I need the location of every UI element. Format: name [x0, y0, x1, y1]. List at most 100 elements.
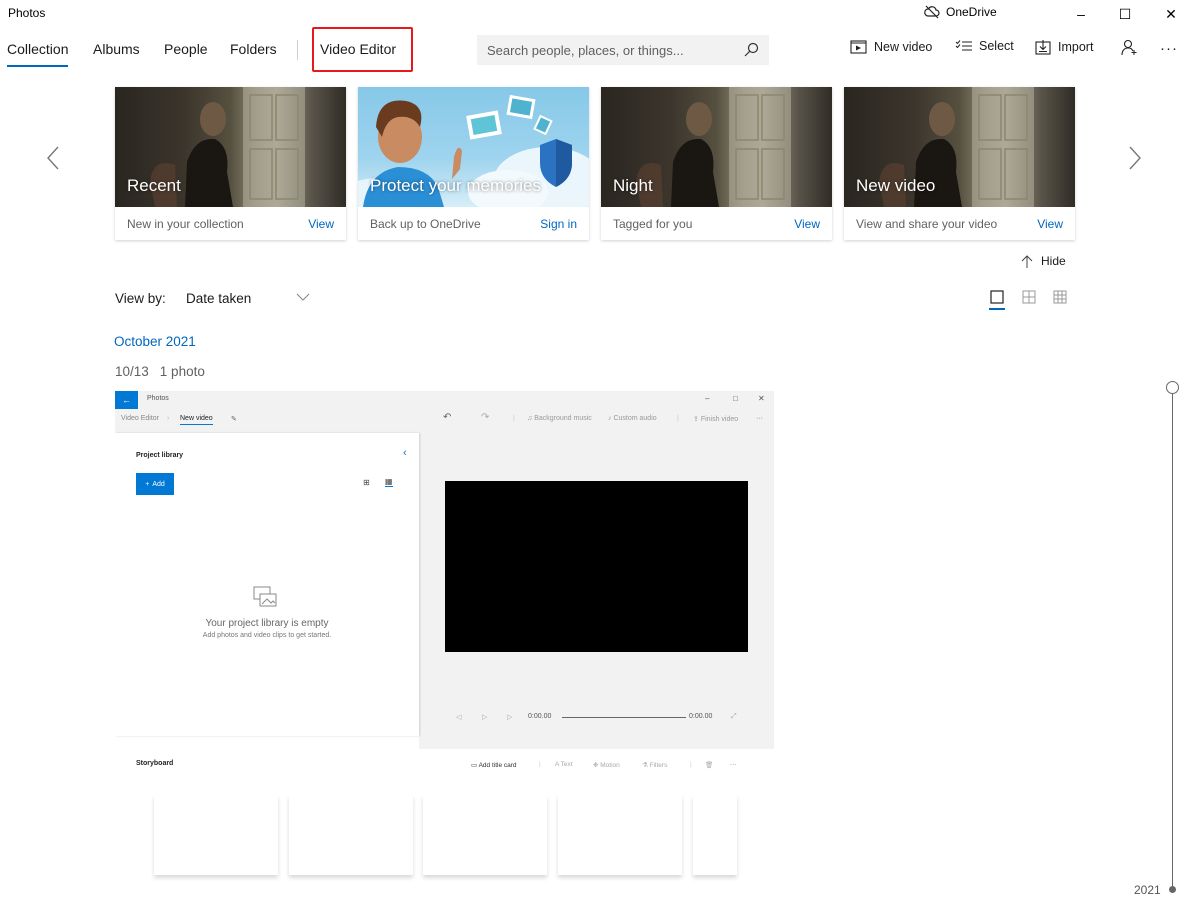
new-video-button[interactable]: New video [850, 39, 932, 54]
carousel-next-button[interactable] [1128, 145, 1142, 178]
large-tiles-icon [989, 290, 1007, 310]
timeline-handle[interactable] [1166, 381, 1179, 394]
app-title: Photos [8, 6, 46, 20]
card-thumbnail: Protect your memories [358, 87, 589, 207]
filters-tool: ⚗ Filters [642, 762, 668, 769]
photo-app-title: Photos [147, 395, 169, 402]
photo-breadcrumb-current: New video [180, 415, 213, 425]
card-action-link[interactable]: Sign in [540, 217, 577, 231]
card-title: New video [856, 176, 936, 195]
empty-library-subtitle: Add photos and video clips to get starte… [202, 632, 332, 639]
card-subtitle: New in your collection [127, 216, 244, 231]
collapse-chevron-icon: ‹ [403, 447, 407, 459]
import-label: Import [1058, 40, 1094, 54]
cloud-off-icon [924, 5, 940, 19]
card-action-link[interactable]: View [794, 217, 820, 231]
next-frame-icon: ▷ [507, 714, 513, 721]
onedrive-label: OneDrive [946, 5, 997, 19]
close-button[interactable]: ✕ [1148, 0, 1186, 28]
card-subtitle: Back up to OneDrive [370, 216, 481, 231]
card-action-link[interactable]: View [308, 217, 334, 231]
prev-frame-icon: ◁ [456, 714, 462, 721]
time-start: 0:00.00 [528, 713, 552, 720]
text-tool: A Text [555, 761, 573, 768]
storyboard-divider: | [539, 761, 541, 768]
new-video-icon [850, 40, 867, 54]
card-title: Night [613, 176, 653, 195]
card-night[interactable]: Night Tagged for you View [601, 87, 832, 240]
view-by-dropdown[interactable]: Date taken [186, 291, 251, 306]
minimize-button[interactable]: – [1058, 0, 1104, 28]
group-day-info: 10/13 1 photo [115, 364, 216, 379]
photo-tool-finish-video: ⇪ Finish video [693, 416, 739, 423]
chevron-down-icon[interactable] [296, 287, 310, 310]
photo-tool-background-music: ♫ Background music [527, 415, 592, 422]
delete-icon: 🗑 [705, 762, 714, 769]
photo-thumbnail[interactable]: ← Photos – □ ✕ Video Editor › New video … [115, 391, 774, 887]
view-by-label: View by: [115, 291, 166, 306]
import-button[interactable]: Import [1035, 39, 1093, 55]
tab-folders[interactable]: Folders [230, 41, 277, 57]
storyboard-slot [423, 795, 547, 875]
chevron-left-icon [47, 146, 59, 170]
select-icon [955, 39, 972, 50]
photo-add-button: + Add [136, 473, 174, 495]
card-recent[interactable]: Recent New in your collection View [115, 87, 346, 240]
search-icon[interactable] [743, 42, 759, 58]
view-small-button[interactable] [1052, 289, 1068, 310]
photo-project-library: Project library ‹ + Add ⊞ ▦ Your project … [115, 433, 419, 736]
card-thumbnail: Recent [115, 87, 346, 207]
tab-albums[interactable]: Albums [93, 41, 140, 57]
photo-close-icon: ✕ [758, 394, 765, 403]
carousel-prev-button[interactable] [46, 145, 60, 178]
card-protect-memories[interactable]: Protect your memories Back up to OneDriv… [358, 87, 589, 240]
storyboard-slot [558, 795, 682, 875]
more-button[interactable]: ··· [1160, 40, 1178, 57]
onedrive-button[interactable]: OneDrive [924, 5, 997, 19]
photos-app: Photos OneDrive – ☐ ✕ Collection Albums … [0, 0, 1186, 904]
view-large-button[interactable] [989, 289, 1007, 316]
storyboard-title: Storyboard [136, 760, 174, 767]
grid-icon: ⊞ [363, 478, 370, 487]
medium-tiles-icon [1022, 290, 1036, 304]
timeline-year-marker[interactable] [1169, 886, 1176, 893]
card-title: Recent [127, 176, 181, 195]
add-person-icon [1121, 39, 1137, 56]
list-grid-icon: ▦ [385, 477, 393, 487]
maximize-button[interactable]: ☐ [1102, 0, 1148, 28]
storyboard-slot [154, 795, 278, 875]
chevron-right-icon [1129, 146, 1141, 170]
add-title-card-tool: ▭ Add title card [471, 762, 517, 769]
photo-minimize-icon: – [705, 394, 710, 403]
arrow-up-icon [1021, 254, 1033, 268]
photo-titlebar [115, 391, 774, 409]
card-subtitle: View and share your video [856, 216, 998, 231]
select-label: Select [979, 39, 1014, 53]
storyboard-more-icon: ··· [730, 761, 737, 768]
timeline-track[interactable] [1172, 393, 1173, 887]
small-tiles-icon [1053, 290, 1067, 304]
search-input[interactable] [487, 42, 743, 58]
group-month-heading[interactable]: October 2021 [114, 334, 196, 349]
empty-library-icon [253, 586, 277, 607]
search-box[interactable] [477, 35, 769, 65]
view-medium-button[interactable] [1021, 289, 1037, 310]
motion-tool: ✥ Motion [593, 762, 620, 769]
hide-label: Hide [1041, 254, 1066, 268]
tab-people[interactable]: People [164, 41, 208, 57]
nav-divider [297, 40, 298, 60]
select-button[interactable]: Select [955, 39, 1014, 53]
card-new-video[interactable]: New video View and share your video View [844, 87, 1075, 240]
card-action-link[interactable]: View [1037, 217, 1063, 231]
card-thumbnail: Night [601, 87, 832, 207]
card-thumbnail: New video [844, 87, 1075, 207]
tab-collection[interactable]: Collection [7, 41, 69, 67]
photo-divider: | [513, 415, 515, 422]
storyboard-slot [693, 795, 737, 875]
group-date: 10/13 [115, 364, 149, 379]
pencil-icon: ✎ [231, 416, 237, 423]
add-person-button[interactable] [1121, 39, 1138, 56]
fullscreen-icon: ⤢ [731, 713, 737, 720]
redo-icon: ↷ [481, 412, 490, 423]
hide-button[interactable]: Hide [1021, 254, 1066, 268]
